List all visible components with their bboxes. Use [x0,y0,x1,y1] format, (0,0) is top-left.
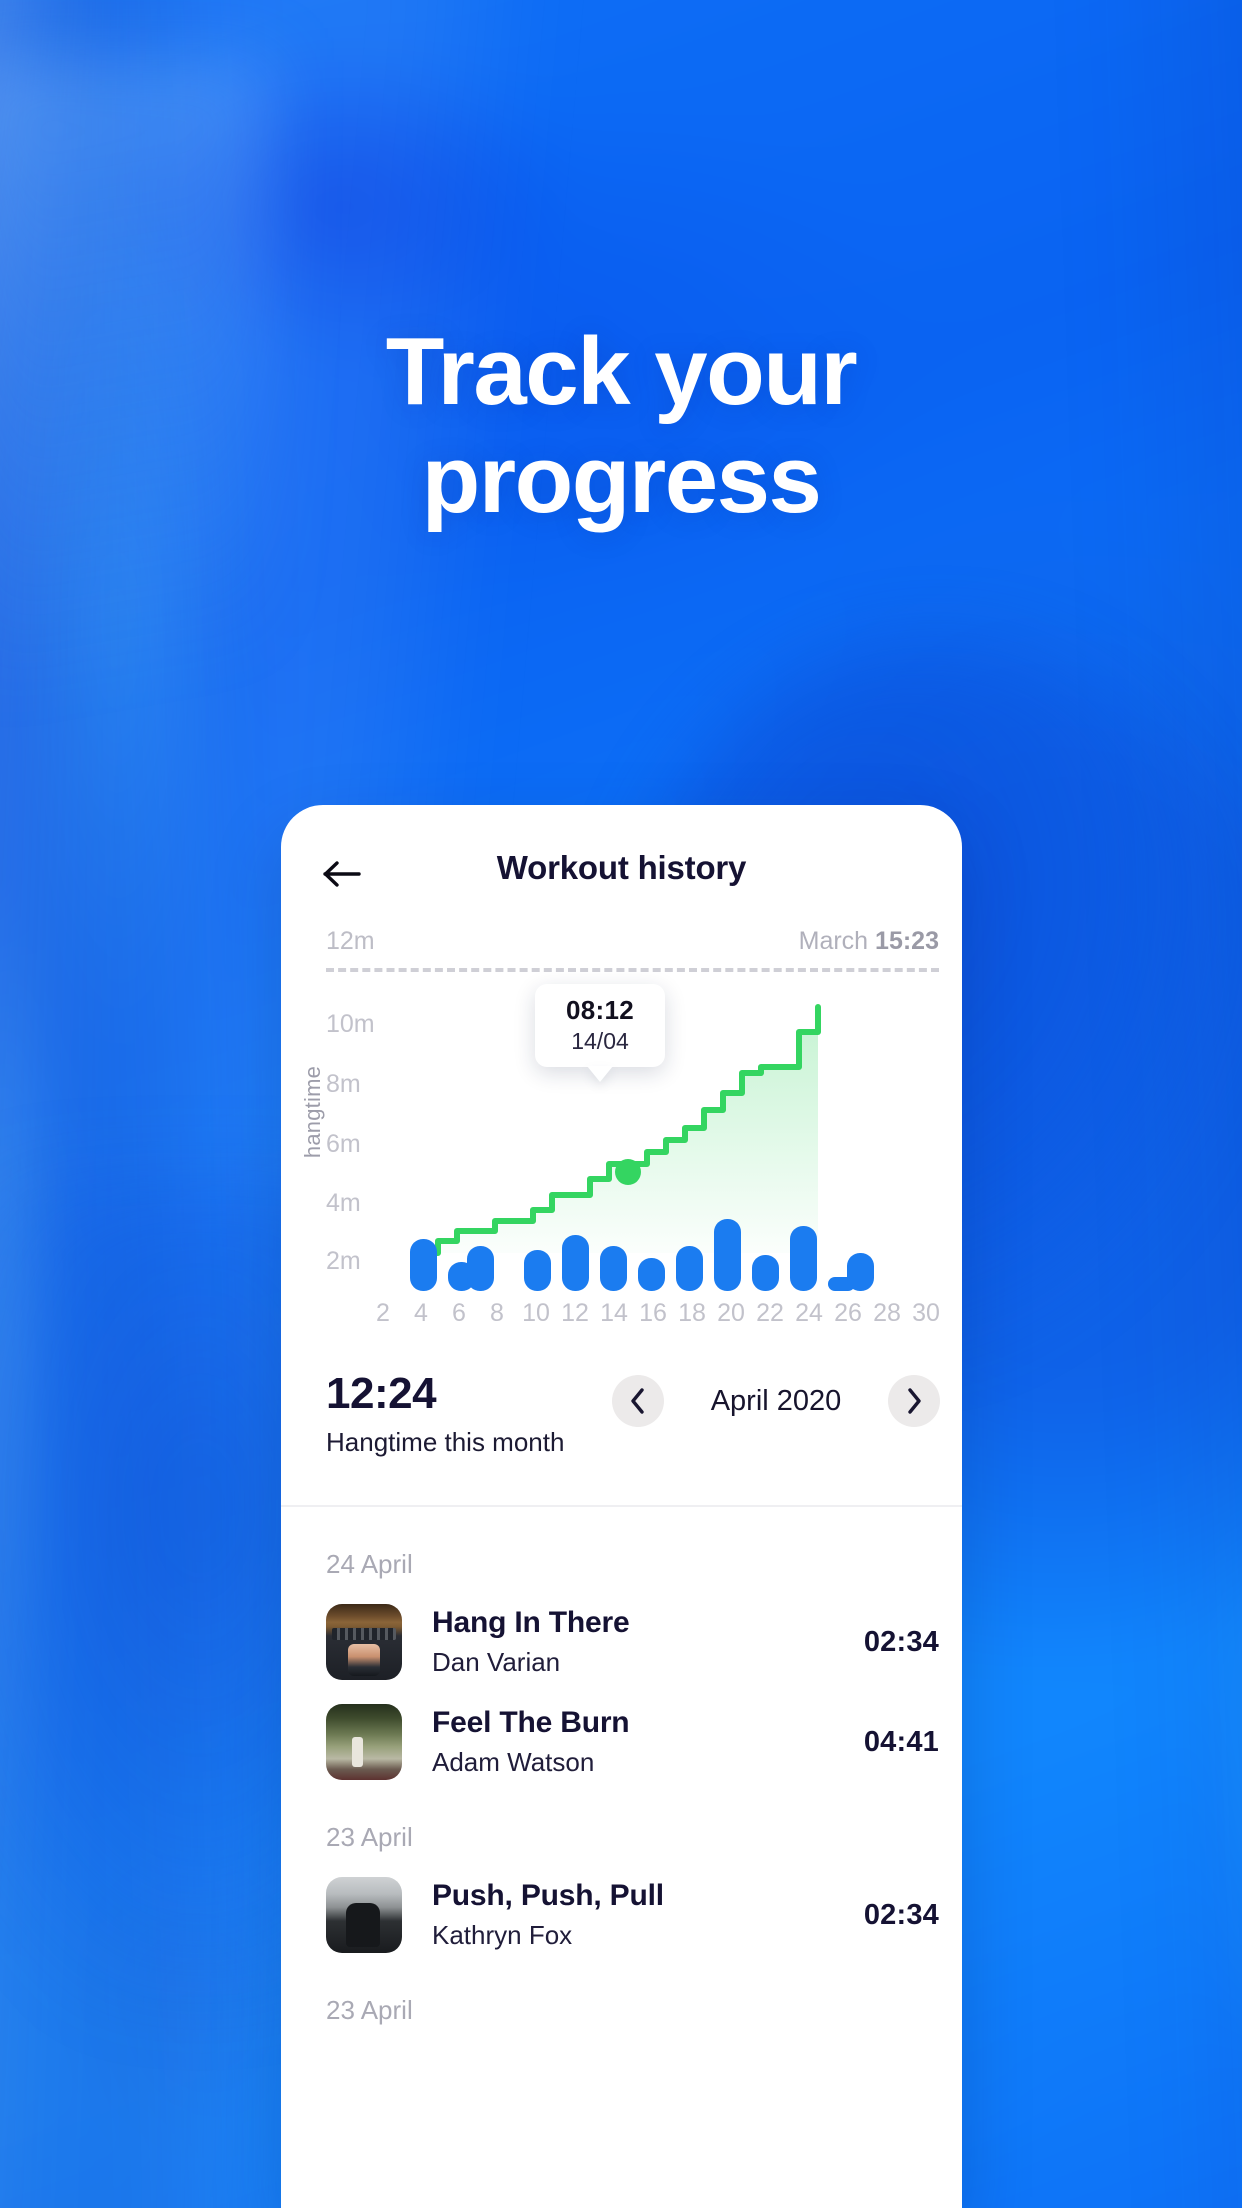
list-item[interactable]: Feel The Burn Adam Watson 04:41 [281,1680,962,1780]
bar-day-21 [790,1226,817,1291]
month-navigator: April 2020 [612,1375,940,1427]
chevron-left-icon [631,1388,644,1414]
bar-day-19 [714,1219,741,1291]
workout-list: 24 April Hang In There Dan Varian 02:34 … [281,1507,962,2026]
previous-month-name: March [798,927,869,955]
list-item-text: Feel The Burn Adam Watson [402,1706,864,1778]
chart-tooltip: 08:12 14/04 [535,984,665,1067]
workout-title: Feel The Burn [432,1706,630,1739]
x-label-10: 10 [522,1299,550,1327]
current-month-label: April 2020 [710,1384,842,1417]
x-label-26: 26 [834,1299,862,1327]
workout-thumbnail [326,1877,402,1953]
x-label-16: 16 [639,1299,667,1327]
x-label-22: 22 [756,1299,784,1327]
y-axis-label-4m: 4m [326,1189,361,1217]
y-axis-label-6m: 6m [326,1130,361,1158]
hangtime-chart: 12m March 15:23 10m 8m 6m 4m 2m hangtime [281,927,962,1357]
x-label-24: 24 [795,1299,823,1327]
bar-day-14 [600,1246,627,1291]
x-label-8: 8 [490,1299,504,1327]
workout-title: Hang In There [432,1606,630,1639]
workout-thumbnail [326,1604,402,1680]
headline-line-1: Track your [385,318,858,425]
monthly-hangtime-caption: Hangtime this month [326,1427,565,1457]
y-axis-label-10m: 10m [326,1010,375,1038]
month-summary: 12:24 Hangtime this month April 2020 [281,1357,962,1505]
list-item[interactable]: Hang In There Dan Varian 02:34 [281,1580,962,1680]
previous-month-total: March 15:23 [799,927,939,956]
headline-line-2: progress [421,425,822,533]
tooltip-date: 14/04 [571,1028,629,1054]
x-label-2: 2 [376,1299,390,1327]
list-item-text: Push, Push, Pull Kathryn Fox [402,1879,864,1951]
bar-day-24 [847,1253,874,1291]
chart-goal-row: 12m March 15:23 [281,927,962,973]
x-label-12: 12 [561,1299,589,1327]
next-month-button[interactable] [888,1375,940,1427]
bar-day-17 [676,1246,703,1291]
day-header: 23 April [326,1995,413,2025]
list-item-text: Hang In There Dan Varian [402,1606,864,1678]
workout-duration: 02:34 [863,1625,939,1658]
previous-month-button[interactable] [612,1375,664,1427]
y-axis-label-12m: 12m [326,927,375,955]
bar-day-12 [562,1235,589,1291]
x-label-6: 6 [452,1299,466,1327]
day-header: 24 April [326,1549,413,1579]
x-axis-labels: 2 4 6 8 10 12 14 16 18 20 22 24 26 28 30 [376,1299,943,1333]
goal-dashed-line [326,968,939,972]
x-label-14: 14 [600,1299,628,1327]
x-label-18: 18 [678,1299,706,1327]
x-label-28: 28 [873,1299,901,1327]
y-axis-label-2m: 2m [326,1247,361,1275]
bar-day-20 [752,1255,779,1291]
workout-duration: 04:41 [863,1725,939,1758]
chart-plot-area: 08:12 14/04 [383,984,943,1297]
x-label-4: 4 [414,1299,428,1327]
x-label-30: 30 [912,1299,940,1327]
selected-point-marker[interactable] [615,1159,641,1185]
x-label-20: 20 [717,1299,745,1327]
bar-day-11 [524,1250,551,1291]
marketing-headline: Track your progress [0,318,1242,533]
y-axis-label-8m: 8m [326,1070,361,1098]
tooltip-value: 08:12 [566,995,634,1025]
workout-author: Kathryn Fox [432,1920,573,1950]
app-header: Workout history [281,805,962,927]
y-axis-title: hangtime [300,1065,325,1159]
bar-day-16 [638,1258,665,1291]
bar-day-8 [467,1246,494,1291]
bar-day-5 [410,1239,437,1291]
previous-month-value: 15:23 [875,927,939,955]
workout-author: Dan Varian [432,1647,561,1677]
list-item[interactable]: Push, Push, Pull Kathryn Fox 02:34 [281,1853,962,1953]
workout-title: Push, Push, Pull [432,1879,664,1912]
workout-thumbnail [326,1704,402,1780]
chevron-right-icon [908,1388,921,1414]
workout-author: Adam Watson [432,1747,595,1777]
page-title: Workout history [496,849,747,886]
workout-duration: 02:34 [863,1898,939,1931]
phone-screen-card: Workout history 12m March 15:23 10m 8m 6… [281,805,962,2208]
monthly-hangtime-value: 12:24 [326,1369,437,1418]
day-header: 23 April [326,1822,413,1852]
